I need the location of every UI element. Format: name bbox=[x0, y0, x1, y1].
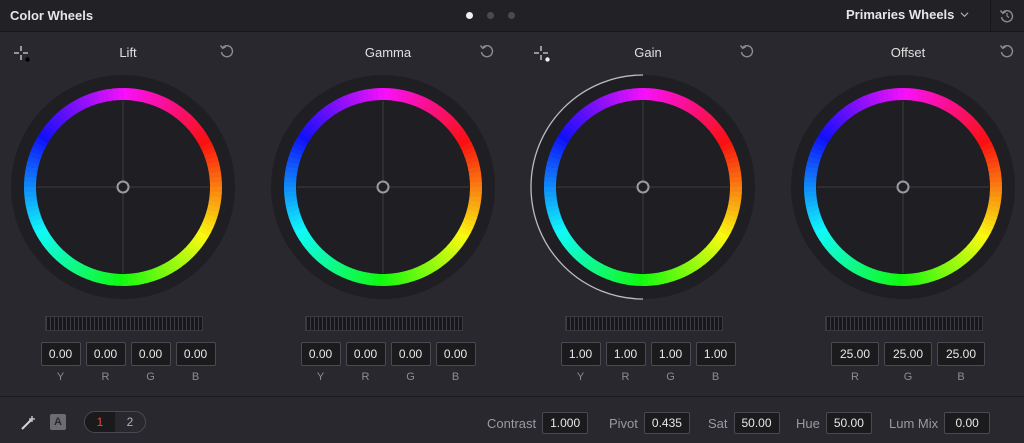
master-wheel-slider[interactable] bbox=[45, 316, 203, 331]
control-label: Pivot bbox=[609, 415, 638, 431]
auto-balance-icon[interactable] bbox=[20, 415, 38, 431]
channel-label: B bbox=[191, 371, 200, 383]
page-button-2[interactable]: 2 bbox=[115, 412, 145, 432]
channel-label: R bbox=[851, 371, 859, 383]
channel-label: R bbox=[621, 371, 630, 383]
channel-label: B bbox=[451, 371, 460, 383]
control-label: Hue bbox=[796, 415, 820, 431]
color-wheel[interactable] bbox=[530, 74, 756, 300]
sat-control: Sat 50.00 bbox=[708, 412, 780, 434]
channel-label: Y bbox=[576, 371, 585, 383]
wheel-handle bbox=[116, 180, 130, 194]
panel-footer: A 1 2 Contrast 1.000 Pivot 0.435 Sat 50.… bbox=[0, 396, 1024, 443]
reset-icon[interactable] bbox=[478, 42, 496, 60]
master-wheel-slider[interactable] bbox=[565, 316, 723, 331]
color-wheel[interactable] bbox=[790, 74, 1016, 300]
control-label: Contrast bbox=[487, 415, 537, 431]
value-fields: 0.00 Y 0.00 R 0.00 G 0.00 B bbox=[0, 342, 256, 383]
value-fields: 1.00 Y 1.00 R 1.00 G 1.00 B bbox=[520, 342, 776, 383]
channel-label: Y bbox=[56, 371, 65, 383]
channel-label: G bbox=[666, 371, 675, 383]
contrast-control: Contrast 1.000 bbox=[487, 412, 589, 434]
reset-icon[interactable] bbox=[998, 42, 1016, 60]
channel-label: G bbox=[146, 371, 155, 383]
mode-dropdown-label: Primaries Wheels bbox=[846, 7, 955, 22]
channel-label: G bbox=[406, 371, 415, 383]
master-wheel-slider[interactable] bbox=[825, 316, 983, 331]
control-label: Lum Mix bbox=[889, 415, 939, 431]
wheel-panel-gain: Gain 1.00 Y 1.00 R 1.00 G 1.00 B bbox=[520, 32, 776, 394]
wheel-panel-lift: Lift 0.00 Y 0.00 R 0.00 G 0.00 B bbox=[0, 32, 256, 394]
chevron-down-icon bbox=[960, 12, 969, 18]
reset-all-icon[interactable] bbox=[998, 7, 1016, 25]
wheel-handle bbox=[896, 180, 910, 194]
value-fields: 25.00 R 25.00 G 25.00 B bbox=[780, 342, 1024, 383]
value-field-b[interactable]: 1.00 bbox=[695, 342, 736, 366]
value-field-r[interactable]: 0.00 bbox=[85, 342, 126, 366]
header-divider bbox=[990, 0, 991, 32]
pivot-control: Pivot 0.435 bbox=[609, 412, 690, 434]
hue-field[interactable]: 50.00 bbox=[825, 412, 872, 434]
value-field-g[interactable]: 0.00 bbox=[390, 342, 431, 366]
channel-label: R bbox=[101, 371, 110, 383]
auto-badge[interactable]: A bbox=[50, 414, 66, 430]
wheel-panel-gamma: Gamma 0.00 Y 0.00 R 0.00 G 0.00 B bbox=[260, 32, 516, 394]
page-button-1[interactable]: 1 bbox=[85, 412, 115, 432]
reset-icon[interactable] bbox=[738, 42, 756, 60]
sat-field[interactable]: 50.00 bbox=[733, 412, 780, 434]
channel-label: G bbox=[903, 371, 913, 383]
value-field-b[interactable]: 0.00 bbox=[175, 342, 216, 366]
wheel-panel-offset: Offset 25.00 R 25.00 G 25.00 B bbox=[780, 32, 1024, 394]
channel-label: B bbox=[711, 371, 720, 383]
value-field-y[interactable]: 0.00 bbox=[40, 342, 81, 366]
reset-icon[interactable] bbox=[218, 42, 236, 60]
hue-control: Hue 50.00 bbox=[796, 412, 872, 434]
contrast-field[interactable]: 1.000 bbox=[542, 412, 589, 434]
channel-label: R bbox=[361, 371, 370, 383]
wheel-handle bbox=[636, 180, 650, 194]
value-field-g[interactable]: 0.00 bbox=[130, 342, 171, 366]
value-field-y[interactable]: 1.00 bbox=[560, 342, 601, 366]
wheel-label: Offset bbox=[890, 45, 926, 60]
value-field-y[interactable]: 0.00 bbox=[300, 342, 341, 366]
value-field-b[interactable]: 25.00 bbox=[937, 342, 985, 366]
panel-title: Color Wheels bbox=[10, 8, 94, 23]
pivot-field[interactable]: 0.435 bbox=[643, 412, 690, 434]
page-dot-3[interactable] bbox=[508, 12, 515, 19]
lum-mix-control: Lum Mix 0.00 bbox=[889, 412, 991, 434]
value-field-r[interactable]: 0.00 bbox=[345, 342, 386, 366]
value-fields: 0.00 Y 0.00 R 0.00 G 0.00 B bbox=[260, 342, 516, 383]
channel-label: B bbox=[957, 371, 965, 383]
value-field-r[interactable]: 25.00 bbox=[831, 342, 879, 366]
value-field-g[interactable]: 1.00 bbox=[650, 342, 691, 366]
page-dot-1[interactable] bbox=[466, 12, 473, 19]
lum-mix-field[interactable]: 0.00 bbox=[944, 412, 991, 434]
value-field-b[interactable]: 0.00 bbox=[435, 342, 476, 366]
value-field-g[interactable]: 25.00 bbox=[884, 342, 932, 366]
color-wheel[interactable] bbox=[10, 74, 236, 300]
channel-label: Y bbox=[316, 371, 325, 383]
value-field-r[interactable]: 1.00 bbox=[605, 342, 646, 366]
page-dot-2[interactable] bbox=[487, 12, 494, 19]
page-toggle: 1 2 bbox=[84, 411, 146, 433]
control-label: Sat bbox=[708, 415, 728, 431]
color-wheel[interactable] bbox=[270, 74, 496, 300]
master-wheel-slider[interactable] bbox=[305, 316, 463, 331]
panel-header: Color Wheels Primaries Wheels bbox=[0, 0, 1024, 32]
page-indicator bbox=[466, 12, 515, 19]
wheel-handle bbox=[376, 180, 390, 194]
mode-dropdown[interactable]: Primaries Wheels bbox=[846, 7, 969, 22]
